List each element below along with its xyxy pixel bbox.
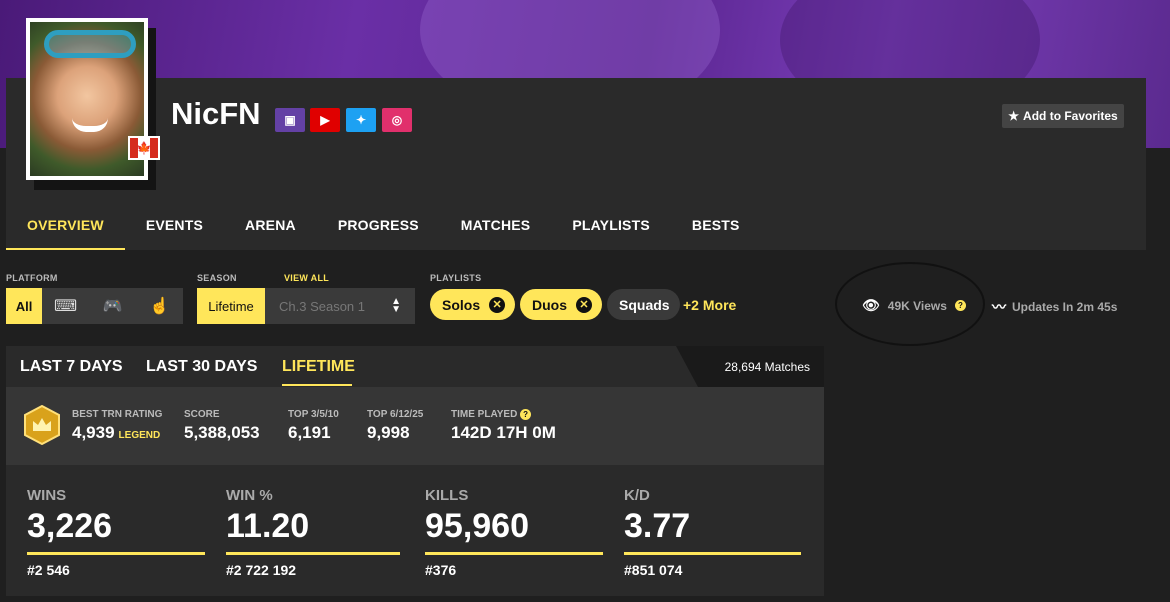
kd-label: K/D bbox=[624, 487, 650, 504]
kills-value: 95,960 bbox=[425, 507, 529, 545]
legend-rank-badge-icon bbox=[24, 405, 60, 445]
tab-matches[interactable]: MATCHES bbox=[440, 202, 552, 250]
top6-label: TOP 6/12/25 bbox=[367, 409, 424, 420]
views-label: 49K Views bbox=[887, 298, 947, 313]
kills-label: KILLS bbox=[425, 487, 469, 504]
playlists-label: PLAYLISTS bbox=[430, 273, 482, 283]
tab-lifetime[interactable]: LIFETIME bbox=[282, 358, 355, 376]
canada-flag-icon: 🍁 bbox=[128, 136, 160, 160]
top3-label: TOP 3/5/10 bbox=[288, 409, 339, 420]
season-label: SEASON bbox=[197, 273, 237, 283]
top3-value: 6,191 bbox=[288, 423, 331, 442]
tab-last-7-days[interactable]: LAST 7 DAYS bbox=[20, 358, 123, 376]
views-counter: 👁 49K Views ? bbox=[862, 297, 966, 314]
instagram-icon[interactable]: ◎ bbox=[382, 108, 412, 132]
sort-arrows-icon: ▲ ▼ bbox=[391, 296, 401, 315]
goggles-graphic bbox=[44, 30, 136, 58]
score-label: SCORE bbox=[184, 409, 220, 420]
help-icon[interactable]: ? bbox=[520, 409, 532, 420]
season-lifetime-button[interactable]: Lifetime bbox=[197, 288, 265, 324]
eye-icon: 👁 bbox=[862, 297, 880, 313]
wins-label: WINS bbox=[27, 487, 67, 504]
tab-events[interactable]: EVENTS bbox=[125, 202, 224, 250]
time-played-label: TIME PLAYED bbox=[451, 409, 518, 420]
summary-row: BEST TRN RATING 4,939 LEGEND SCORE 5,388,… bbox=[6, 387, 824, 465]
active-tab-underline bbox=[282, 384, 352, 386]
season-view-all-link[interactable]: VIEW ALL bbox=[284, 273, 329, 283]
win-percent-rank: #2 722 192 bbox=[226, 562, 297, 578]
kills-rank: #376 bbox=[425, 562, 457, 578]
pulse-icon: 〰 bbox=[992, 299, 1006, 315]
win-percent-label: WIN % bbox=[226, 487, 273, 504]
wins-value: 3,226 bbox=[27, 507, 113, 545]
platform-all-button[interactable]: All bbox=[6, 288, 42, 324]
update-timer: 〰 Updates In 2m 45s bbox=[992, 297, 1117, 317]
profile-tabs: OVERVIEW EVENTS ARENA PROGRESS MATCHES P… bbox=[6, 202, 761, 250]
add-to-favorites-label: Add to Favorites bbox=[1023, 109, 1118, 123]
keyboard-mouse-icon[interactable]: ⌨ bbox=[42, 296, 89, 316]
trn-tier-label: LEGEND bbox=[118, 430, 161, 441]
playlist-chip-label: Duos bbox=[532, 296, 567, 313]
score-value: 5,388,053 bbox=[184, 423, 260, 442]
best-trn-value-row: 4,939 LEGEND bbox=[72, 423, 160, 443]
twitch-icon[interactable]: ▣ bbox=[275, 108, 305, 132]
tab-overview[interactable]: OVERVIEW bbox=[6, 202, 125, 250]
touch-icon[interactable]: ☝ bbox=[136, 296, 183, 316]
kd-bar bbox=[624, 552, 801, 555]
time-played-value: 142D 17H 0M bbox=[451, 423, 556, 442]
season-selector: Lifetime Ch.3 Season 1 ▲ ▼ bbox=[197, 288, 415, 324]
platform-selector: All ⌨ 🎮 ☝ bbox=[6, 288, 183, 324]
more-playlists-link[interactable]: +2 More bbox=[683, 297, 736, 313]
win-percent-bar bbox=[226, 552, 400, 555]
kd-rank: #851 074 bbox=[624, 562, 683, 578]
avatar-image bbox=[30, 22, 144, 176]
playlist-chip-duos[interactable]: Duos ✕ bbox=[520, 289, 602, 320]
help-icon[interactable]: ? bbox=[954, 300, 966, 311]
kills-bar bbox=[425, 552, 603, 555]
top6-value: 9,998 bbox=[367, 423, 410, 442]
star-icon: ★ bbox=[1008, 109, 1020, 123]
season-dropdown-value: Ch.3 Season 1 bbox=[279, 298, 366, 314]
range-tabs: LAST 7 DAYS LAST 30 DAYS LIFETIME 28,694… bbox=[6, 346, 824, 387]
kd-value: 3.77 bbox=[624, 507, 691, 545]
best-trn-value: 4,939 bbox=[72, 423, 115, 442]
playlist-chip-label: Solos bbox=[442, 296, 481, 313]
time-played-label-row: TIME PLAYED ? bbox=[451, 409, 532, 420]
twitter-icon[interactable]: ✦ bbox=[346, 108, 376, 132]
tab-last-30-days[interactable]: LAST 30 DAYS bbox=[146, 358, 257, 376]
wins-rank: #2 546 bbox=[27, 562, 70, 578]
updates-label: Updates In 2m 45s bbox=[1012, 300, 1118, 314]
matches-count: 28,694 Matches bbox=[724, 360, 810, 374]
main-stats: WINS 3,226 #2 546 WIN % 11.20 #2 722 192… bbox=[6, 465, 824, 596]
smile-graphic bbox=[72, 118, 108, 132]
playlist-chip-solos[interactable]: Solos ✕ bbox=[430, 289, 516, 320]
remove-icon[interactable]: ✕ bbox=[576, 296, 592, 313]
playlist-chip-squads[interactable]: Squads bbox=[607, 289, 680, 320]
wins-bar bbox=[27, 552, 205, 555]
gamepad-icon[interactable]: 🎮 bbox=[89, 296, 136, 316]
remove-icon[interactable]: ✕ bbox=[489, 296, 506, 313]
tab-bests[interactable]: BESTS bbox=[671, 202, 761, 250]
player-name: NicFN bbox=[171, 96, 261, 131]
best-trn-label: BEST TRN RATING bbox=[72, 409, 163, 420]
playlist-chip-label: Squads bbox=[619, 296, 670, 313]
youtube-icon[interactable]: ▶ bbox=[310, 108, 340, 132]
platform-label: PLATFORM bbox=[6, 273, 58, 283]
add-to-favorites-button[interactable]: ★ Add to Favorites bbox=[1002, 104, 1124, 128]
tab-progress[interactable]: PROGRESS bbox=[317, 202, 440, 250]
win-percent-value: 11.20 bbox=[226, 507, 310, 545]
tab-arena[interactable]: ARENA bbox=[224, 202, 317, 250]
season-dropdown[interactable]: Ch.3 Season 1 ▲ ▼ bbox=[265, 288, 415, 324]
tab-playlists[interactable]: PLAYLISTS bbox=[551, 202, 671, 250]
stats-card: LAST 7 DAYS LAST 30 DAYS LIFETIME 28,694… bbox=[6, 346, 824, 596]
